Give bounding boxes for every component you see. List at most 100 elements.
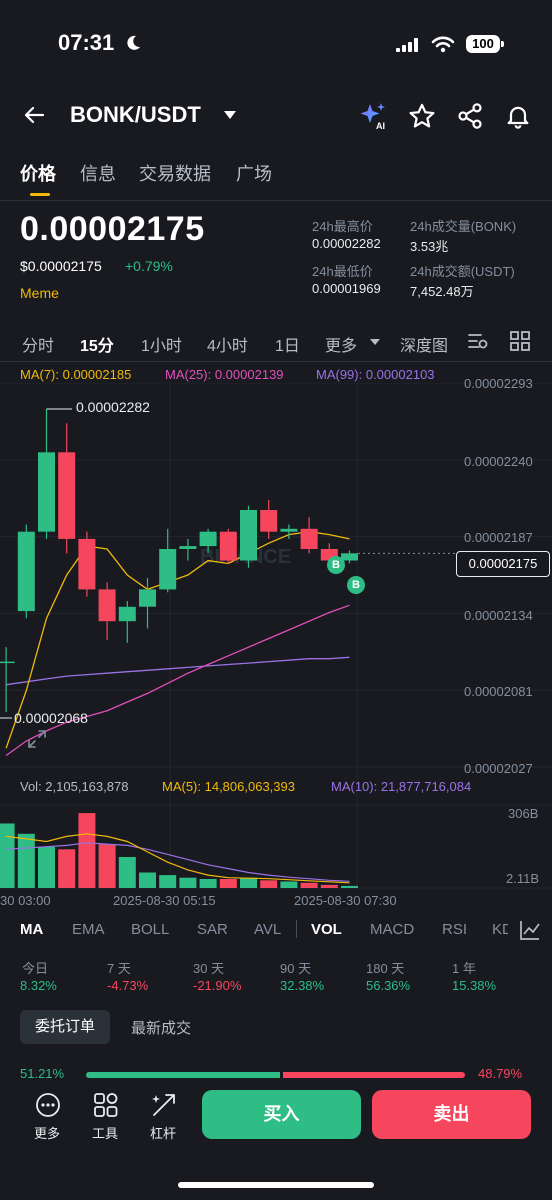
last-price: 0.00002175 [20, 210, 205, 248]
volume-bar [159, 875, 177, 888]
buy-button[interactable]: 买入 [202, 1090, 361, 1139]
change-percent: +0.79% [125, 258, 173, 274]
candle-body [260, 510, 278, 532]
more-menu-label[interactable]: 更多 [34, 1123, 60, 1142]
interval-4h[interactable]: 4小时 [207, 332, 248, 356]
x-tick-label: 2025-08-30 05:15 [113, 893, 216, 908]
low-marker-label: 0.00002068 [14, 710, 88, 726]
sell-button[interactable]: 卖出 [372, 1090, 531, 1139]
volume-bar [38, 846, 55, 888]
y-tick-label: 0.00002240 [464, 454, 533, 469]
candle-body [199, 531, 217, 547]
interval-1d[interactable]: 1日 [275, 332, 300, 356]
leverage-icon[interactable] [150, 1091, 178, 1119]
indicator-boll[interactable]: BOLL [131, 921, 169, 938]
candle-body [159, 549, 177, 590]
more-menu-icon[interactable] [34, 1091, 62, 1119]
vol-tick-label: 2.11B [506, 871, 540, 886]
stat-high-value: 0.00002282 [312, 236, 381, 251]
candle-body [219, 531, 237, 561]
perf-label: 180 天 [366, 961, 405, 976]
volume-bar [280, 881, 298, 888]
indicator-rsi[interactable]: RSI [442, 921, 467, 938]
volume-bar [139, 872, 156, 888]
tag-meme[interactable]: Meme [20, 285, 59, 301]
perf-value: 32.38% [280, 978, 325, 993]
sell-ratio-label: 48.79% [478, 1066, 523, 1081]
ai-sparkle-icon[interactable]: AI [358, 101, 388, 131]
expand-chart-icon[interactable] [26, 728, 48, 750]
candle-body [179, 546, 197, 549]
ma7-legend: MA(7): 0.00002185 [20, 367, 132, 382]
stat-vol-base-value: 3.53兆 [410, 239, 449, 254]
y-tick-label: 0.00002187 [464, 530, 533, 545]
indicator-sar[interactable]: SAR [197, 921, 228, 938]
perf-label: 30 天 [193, 961, 225, 976]
candle-body [98, 589, 116, 622]
tab-divider [0, 200, 552, 201]
indicator-macd[interactable]: MACD [370, 921, 414, 938]
interval-line[interactable]: 分时 [22, 332, 54, 356]
tools-label[interactable]: 工具 [92, 1123, 118, 1142]
y-tick-label: 0.00002081 [464, 684, 533, 699]
candle-body [139, 589, 156, 607]
volume-bar [199, 879, 217, 888]
candle-body [78, 538, 96, 590]
y-tick-label: 0.00002134 [464, 608, 533, 623]
tab-trading-data[interactable]: 交易数据 [139, 160, 211, 186]
status-time: 07:31 [58, 30, 115, 55]
back-arrow-icon[interactable] [22, 103, 46, 127]
share-icon[interactable] [456, 102, 484, 130]
stat-low-value: 0.00001969 [312, 281, 381, 296]
perf-value: -4.73% [107, 978, 149, 993]
tab-price[interactable]: 价格 [20, 160, 56, 186]
stat-high-label: 24h最高价 [312, 219, 373, 234]
tab-order-book[interactable]: 委托订单 [20, 1010, 110, 1044]
wifi-icon [431, 36, 455, 53]
interval-15m[interactable]: 15分 [80, 332, 114, 356]
volume-bar [78, 813, 96, 888]
buy-ratio-bar [86, 1072, 280, 1078]
vol-ma5-line [6, 833, 350, 884]
vol-legend: Vol: 2,105,163,878 [20, 779, 129, 794]
indicator-ma[interactable]: MA [20, 921, 43, 938]
indicator-vol[interactable]: VOL [311, 921, 342, 938]
pair-title[interactable]: BONK/USDT [70, 102, 201, 128]
perf-value: 56.36% [366, 978, 411, 993]
vol-ma10-legend: MA(10): 21,877,716,084 [331, 779, 472, 794]
candle-body [300, 528, 318, 549]
high-marker-label: 0.00002282 [76, 399, 150, 415]
vol-tick-label: 306B [508, 806, 539, 821]
tools-icon[interactable] [92, 1091, 120, 1119]
tab-square[interactable]: 广场 [236, 160, 272, 186]
volume-bar [300, 882, 318, 888]
leverage-label[interactable]: 杠杆 [150, 1123, 176, 1142]
layout-grid-icon[interactable] [510, 331, 530, 351]
indicator-avl[interactable]: AVL [254, 921, 281, 938]
bell-alert-icon[interactable] [504, 102, 532, 130]
indicator-divider [296, 920, 297, 938]
vol-ma10-line [6, 842, 350, 882]
indicator-chart-icon[interactable] [519, 919, 541, 941]
ma99-legend: MA(99): 0.00002103 [316, 367, 435, 382]
indicator-ema[interactable]: EMA [72, 921, 105, 938]
sell-ratio-bar [283, 1072, 465, 1078]
volume-bar [58, 849, 76, 888]
perf-value: 8.32% [20, 978, 57, 993]
perf-label: 7 天 [107, 961, 131, 976]
volume-bar [240, 877, 257, 888]
chart-settings-icon[interactable] [467, 330, 489, 352]
pair-dropdown-icon[interactable] [222, 110, 238, 120]
tab-info[interactable]: 信息 [80, 160, 116, 186]
volume-bar [219, 879, 237, 888]
home-indicator [178, 1182, 374, 1188]
tab-recent-trades[interactable]: 最新成交 [131, 1017, 191, 1038]
more-dropdown-icon[interactable] [369, 338, 381, 346]
candle-body [38, 452, 55, 532]
star-favorite-icon[interactable] [408, 102, 436, 130]
volume-bar [341, 885, 358, 888]
interval-1h[interactable]: 1小时 [141, 332, 182, 356]
perf-label: 90 天 [280, 961, 312, 976]
interval-depth[interactable]: 深度图 [400, 332, 448, 356]
interval-more[interactable]: 更多 [325, 332, 357, 356]
